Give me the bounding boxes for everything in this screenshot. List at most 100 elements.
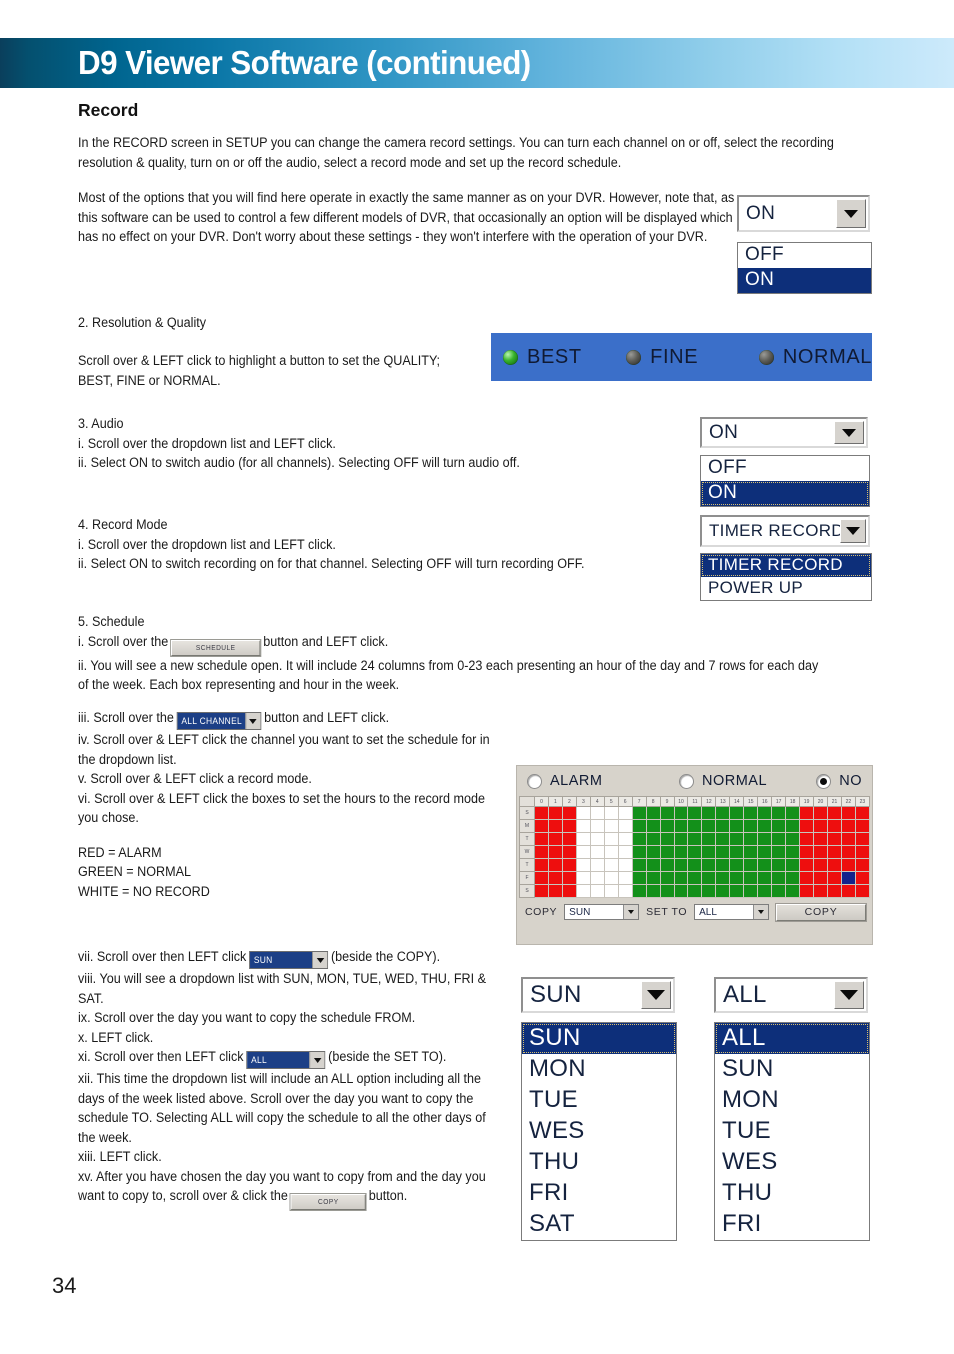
schedule-grid-cell[interactable] [632, 807, 647, 820]
schedule-grid-row[interactable]: F [519, 872, 870, 885]
schedule-grid-cell[interactable] [688, 833, 703, 846]
schedule-grid-cell[interactable] [576, 885, 591, 898]
schedule-button[interactable]: SCHEDULE [171, 639, 261, 656]
copy-inline-button[interactable]: COPY [290, 1194, 366, 1210]
chevron-down-icon[interactable] [840, 519, 866, 543]
schedule-grid-cell[interactable] [562, 807, 577, 820]
schedule-grid-cell[interactable] [786, 820, 801, 833]
schedule-grid-cell[interactable] [855, 820, 870, 833]
schedule-grid-cell[interactable] [744, 833, 759, 846]
dropdown-option[interactable]: OFF [701, 456, 869, 481]
schedule-grid-cell[interactable] [855, 846, 870, 859]
schedule-grid-cell[interactable] [786, 846, 801, 859]
schedule-grid-cell[interactable] [716, 846, 731, 859]
schedule-grid-cell[interactable] [660, 859, 675, 872]
schedule-grid-cell[interactable] [716, 833, 731, 846]
schedule-grid-cell[interactable] [535, 846, 549, 859]
chevron-down-icon[interactable] [312, 952, 328, 968]
schedule-grid-row[interactable]: T [519, 859, 870, 872]
schedule-grid-cell[interactable] [828, 859, 842, 872]
schedule-grid-cell[interactable] [590, 807, 605, 820]
schedule-grid-cell[interactable] [646, 820, 661, 833]
chevron-down-icon[interactable] [309, 1052, 325, 1068]
set-to-combo[interactable]: ALL [694, 904, 770, 920]
schedule-grid-cell[interactable] [772, 872, 787, 885]
set-to-day-dropdown-list[interactable]: ALL SUN MON TUE WES THU FRI [714, 1022, 870, 1241]
schedule-grid-cell[interactable] [604, 872, 619, 885]
schedule-grid-cell[interactable] [660, 820, 675, 833]
quality-option-fine[interactable]: FINE [626, 346, 759, 369]
schedule-grid-cell[interactable] [758, 885, 773, 898]
schedule-grid-cell[interactable] [855, 807, 870, 820]
schedule-grid-cell[interactable] [562, 872, 577, 885]
schedule-grid-cell[interactable] [548, 872, 563, 885]
schedule-grid-cell[interactable] [660, 807, 675, 820]
schedule-grid-cell[interactable] [618, 872, 633, 885]
schedule-grid-cell[interactable] [632, 846, 647, 859]
all-channel-combo[interactable]: ALL CHANNEL [176, 712, 262, 730]
copy-from-combo[interactable]: SUN [564, 904, 640, 920]
dropdown-option-selected[interactable]: TIMER RECORD [701, 554, 871, 577]
audio-combo[interactable]: ON [700, 417, 868, 448]
quality-option-best[interactable]: BEST [503, 346, 626, 369]
schedule-grid-cell[interactable] [618, 807, 633, 820]
channel-record-dropdown-list[interactable]: OFF ON [737, 242, 872, 294]
schedule-grid-cell[interactable] [800, 859, 815, 872]
dropdown-option-selected[interactable]: ALL [715, 1023, 869, 1054]
schedule-grid-cell[interactable] [674, 820, 689, 833]
schedule-grid-cell[interactable] [841, 846, 856, 859]
schedule-grid-cell[interactable] [674, 833, 689, 846]
schedule-grid-cell[interactable] [758, 846, 773, 859]
schedule-grid-cell[interactable] [828, 846, 842, 859]
schedule-grid-cell[interactable] [855, 833, 870, 846]
schedule-grid-cell[interactable] [576, 859, 591, 872]
schedule-grid-cell[interactable] [604, 807, 619, 820]
schedule-grid-cell[interactable] [604, 859, 619, 872]
chevron-down-icon[interactable] [245, 713, 261, 729]
schedule-grid-cell[interactable] [576, 846, 591, 859]
schedule-grid-body[interactable]: SMTWTFS [519, 807, 870, 898]
schedule-grid-cell[interactable] [632, 872, 647, 885]
schedule-grid-cell[interactable] [646, 833, 661, 846]
chevron-down-icon[interactable] [836, 199, 866, 228]
schedule-grid-cell[interactable] [772, 807, 787, 820]
dropdown-option[interactable]: SAT [522, 1209, 676, 1240]
schedule-grid-cell[interactable] [758, 833, 773, 846]
schedule-grid-cell[interactable] [618, 820, 633, 833]
schedule-grid[interactable]: 0 1 2 3 4 5 6 7 8 9 10 11 12 13 14 15 16… [517, 796, 872, 898]
schedule-grid-cell[interactable] [576, 872, 591, 885]
schedule-grid-cell[interactable] [674, 885, 689, 898]
dropdown-option[interactable]: FRI [522, 1178, 676, 1209]
schedule-grid-cell[interactable] [758, 807, 773, 820]
schedule-grid-cell[interactable] [814, 859, 829, 872]
schedule-grid-cell[interactable] [590, 833, 605, 846]
schedule-grid-cell[interactable] [841, 833, 856, 846]
schedule-grid-cell[interactable] [702, 859, 717, 872]
chevron-down-icon[interactable] [834, 981, 864, 1009]
schedule-grid-cell[interactable] [604, 820, 619, 833]
schedule-grid-cell[interactable] [800, 833, 815, 846]
record-mode-combo[interactable]: TIMER RECORD [700, 515, 870, 547]
schedule-grid-cell[interactable] [814, 885, 829, 898]
schedule-grid-cell[interactable] [688, 807, 703, 820]
schedule-grid-cell[interactable] [660, 872, 675, 885]
schedule-grid-cell[interactable] [688, 846, 703, 859]
radio-normal[interactable]: NORMAL [678, 773, 816, 789]
schedule-grid-cell[interactable] [660, 885, 675, 898]
schedule-grid-cell[interactable] [548, 885, 563, 898]
dropdown-option[interactable]: TUE [522, 1085, 676, 1116]
schedule-grid-cell[interactable] [632, 833, 647, 846]
schedule-grid-cell[interactable] [772, 885, 787, 898]
schedule-grid-cell[interactable] [548, 820, 563, 833]
schedule-grid-cell[interactable] [814, 846, 829, 859]
schedule-grid-cell[interactable] [535, 833, 549, 846]
schedule-grid-cell[interactable] [618, 846, 633, 859]
schedule-grid-cell[interactable] [632, 885, 647, 898]
schedule-grid-cell[interactable] [674, 872, 689, 885]
schedule-grid-row[interactable]: T [519, 833, 870, 846]
schedule-grid-cell[interactable] [744, 859, 759, 872]
schedule-grid-cell[interactable] [674, 859, 689, 872]
schedule-grid-cell[interactable] [576, 833, 591, 846]
schedule-grid-cell[interactable] [828, 807, 842, 820]
schedule-grid-cell[interactable] [674, 807, 689, 820]
